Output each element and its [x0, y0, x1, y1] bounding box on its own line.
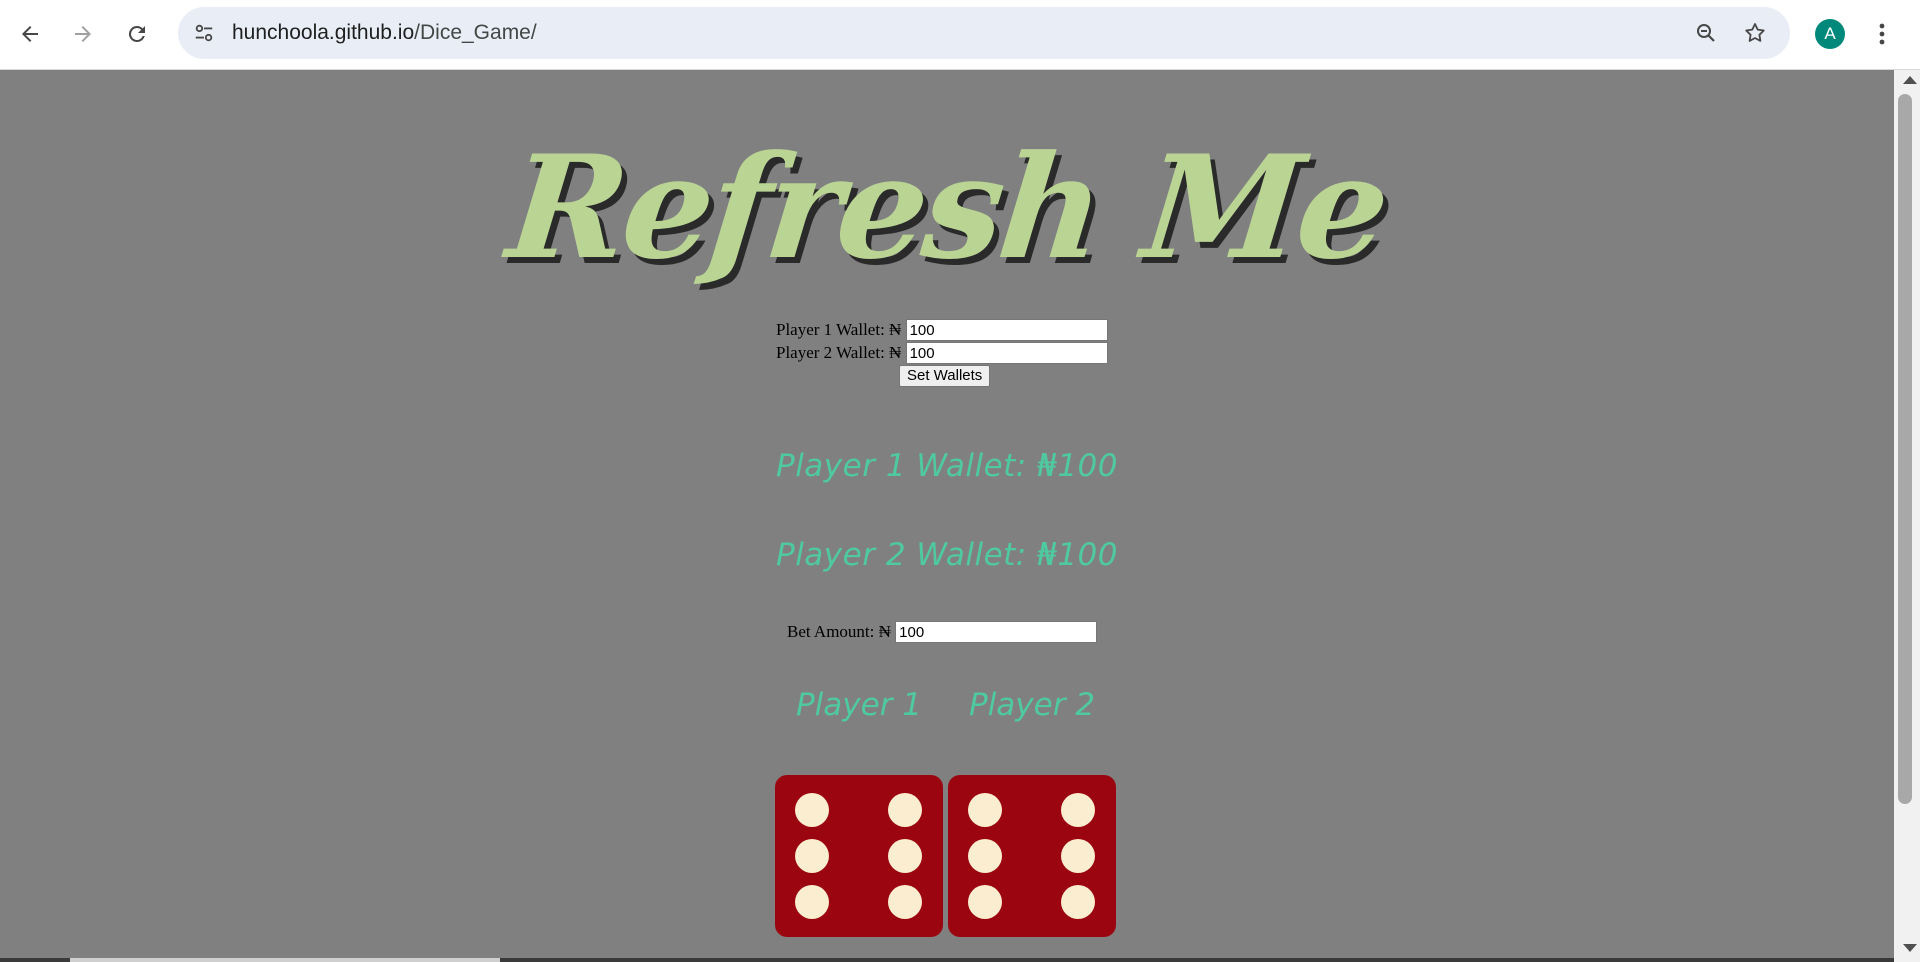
player2-label: Player 2: [968, 687, 1096, 723]
dice-pip: [795, 793, 829, 827]
horizontal-scrollbar[interactable]: [0, 958, 1894, 962]
dice-pip: [1061, 885, 1095, 919]
player1-label: Player 1: [795, 687, 923, 723]
reload-icon: [128, 25, 145, 42]
dice-pip: [968, 793, 1002, 827]
profile-avatar[interactable]: A: [1815, 19, 1845, 49]
dice-pip: [888, 885, 922, 919]
set-wallets-button[interactable]: Set Wallets: [899, 365, 991, 387]
dice-pip: [795, 839, 829, 873]
scroll-up-arrow-icon[interactable]: [1903, 76, 1917, 84]
kebab-menu-icon: [1879, 23, 1885, 45]
url-text[interactable]: hunchoola.github.io/Dice_Game/: [232, 7, 537, 59]
player1-dice: [775, 775, 943, 937]
browser-menu-button[interactable]: [1866, 14, 1898, 54]
player2-wallet-input[interactable]: [905, 342, 1108, 365]
dice-pip: [968, 839, 1002, 873]
dice-pip: [795, 885, 829, 919]
bet-amount-row: Bet Amount: ₦: [787, 621, 1098, 644]
site-info-icon: [195, 24, 213, 42]
address-bar[interactable]: hunchoola.github.io/Dice_Game/: [178, 7, 1790, 59]
player2-wallet-label: Player 2 Wallet: ₦: [776, 343, 902, 363]
forward-arrow-icon: [75, 26, 91, 42]
dice-pip: [1061, 793, 1095, 827]
zoom-icon: [1697, 24, 1715, 42]
player2-wallet-row: Player 2 Wallet: ₦: [776, 342, 1108, 365]
scroll-down-arrow-icon[interactable]: [1903, 944, 1917, 952]
bet-amount-input[interactable]: [895, 621, 1098, 644]
dice-pip: [968, 885, 1002, 919]
url-path: /Dice_Game/: [414, 21, 537, 44]
forward-button[interactable]: [63, 14, 103, 54]
player1-wallet-label: Player 1 Wallet: ₦: [776, 320, 902, 340]
player1-wallet-input[interactable]: [905, 319, 1108, 342]
back-arrow-icon: [22, 26, 38, 42]
bet-amount-label: Bet Amount: ₦: [787, 622, 891, 642]
reload-button[interactable]: [117, 14, 157, 54]
url-host: hunchoola.github.io: [232, 21, 415, 44]
browser-toolbar: hunchoola.github.io/Dice_Game/ A: [0, 0, 1920, 70]
player1-wallet-row: Player 1 Wallet: ₦: [776, 319, 1108, 342]
player2-dice: [948, 775, 1116, 937]
scrollbar-thumb[interactable]: [1898, 94, 1912, 804]
back-button[interactable]: [10, 14, 50, 54]
bookmark-button[interactable]: [1739, 17, 1771, 49]
dice-pip: [888, 839, 922, 873]
player2-wallet-display: Player 2 Wallet: ₦100: [776, 537, 1118, 573]
page-content: Refresh Me Player 1 Wallet: ₦ Player 2 W…: [0, 70, 1894, 962]
dice-pip: [888, 793, 922, 827]
page-title: Refresh Me: [500, 125, 1394, 291]
dice-pip: [1061, 839, 1095, 873]
site-info-button[interactable]: [188, 17, 220, 49]
player1-wallet-display: Player 1 Wallet: ₦100: [776, 448, 1118, 484]
horizontal-scrollbar-thumb[interactable]: [70, 958, 500, 962]
zoom-button[interactable]: [1690, 17, 1722, 49]
bookmark-star-icon: [1745, 23, 1765, 42]
